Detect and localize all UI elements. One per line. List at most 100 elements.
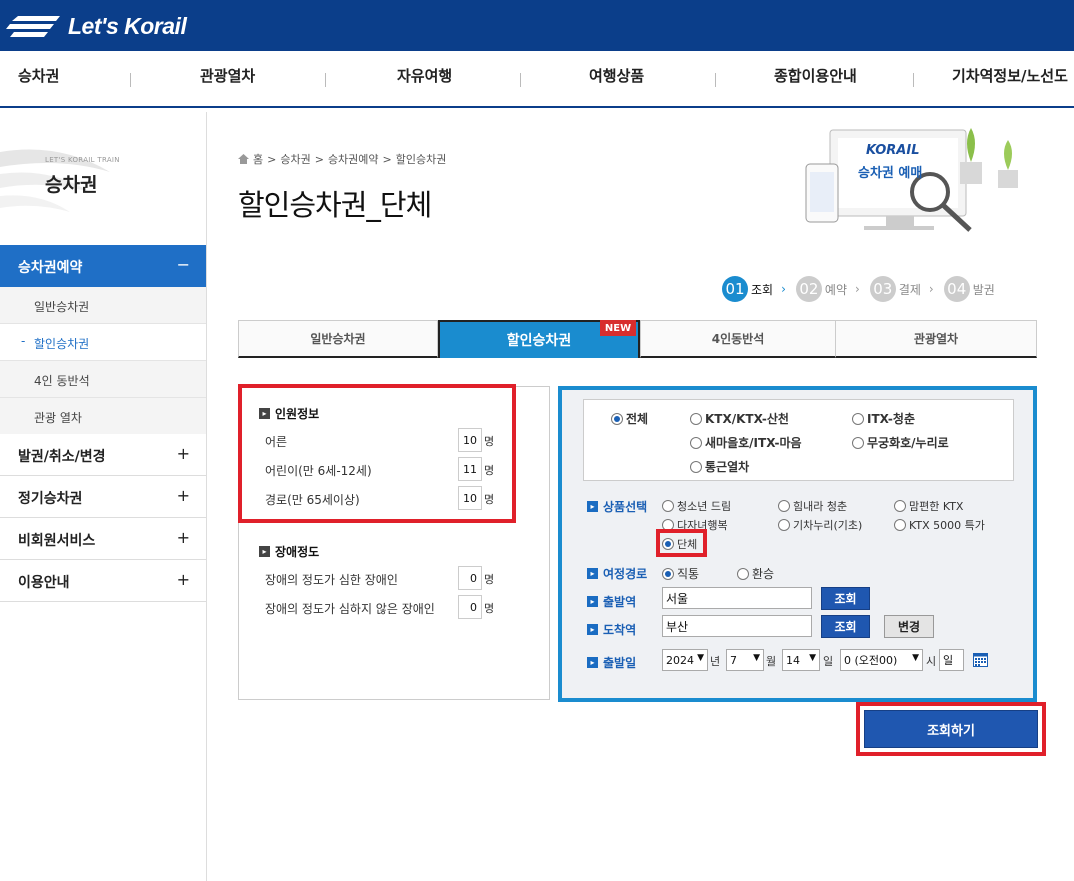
side-nav-item-guest[interactable]: 비회원서비스 +: [0, 518, 206, 560]
product-ktx5000-radio[interactable]: KTX 5000 특가: [894, 517, 985, 533]
breadcrumb-separator: >: [382, 152, 392, 166]
arrow-bullet-icon: ▸: [587, 568, 598, 579]
route-label: ▸ 여정경로: [587, 565, 647, 582]
chevron-down-icon: ▼: [697, 653, 704, 663]
home-icon[interactable]: [238, 154, 249, 164]
collapse-icon: −: [176, 255, 190, 274]
logo-stripes-icon: [6, 16, 60, 37]
radio-label: 환승: [752, 567, 775, 581]
route-transfer-radio[interactable]: 환승: [737, 565, 774, 582]
gnb-item-free-travel[interactable]: 자유여행: [397, 65, 452, 86]
disability-section-title: ▸ 장애정도: [259, 543, 319, 560]
train-type-all-radio[interactable]: 전체: [611, 410, 648, 427]
side-nav-subitem-label: 할인승차권: [34, 337, 90, 351]
gnb-item-ticket[interactable]: 승차권: [18, 65, 59, 86]
arrival-station-input[interactable]: 부산: [662, 615, 812, 637]
swap-stations-button[interactable]: 변경: [884, 615, 934, 638]
logo-text: Let's Korail: [68, 12, 187, 39]
page-title: 할인승차권_단체: [238, 188, 432, 222]
side-nav-subitem-general[interactable]: 일반승차권: [0, 287, 206, 324]
train-type-itx-radio[interactable]: ITX-청춘: [852, 410, 915, 427]
radio-label: 청소년 드림: [677, 500, 732, 513]
gnb-item-station-info[interactable]: 기차역정보/노선도: [952, 65, 1068, 86]
radio-icon: [690, 460, 702, 473]
train-type-mugunghwa-radio[interactable]: 무궁화호/누리로: [852, 434, 949, 451]
chevron-right-icon: ›: [855, 282, 860, 296]
side-nav-item-label: 발권/취소/변경: [18, 449, 106, 465]
search-button-highlight: [856, 702, 1046, 756]
side-nav-item-usage[interactable]: 이용안내 +: [0, 560, 206, 602]
banner-brand: KORAIL: [866, 143, 920, 158]
step-number: 04: [943, 276, 970, 302]
radio-label: 통근열차: [705, 460, 750, 474]
train-type-ktx-radio[interactable]: KTX/KTX-산천: [690, 410, 789, 427]
side-nav-subitem-discount[interactable]: - 할인승차권: [0, 324, 206, 361]
step-label: 예약: [824, 282, 847, 297]
hour-select[interactable]: 0 (오전00) ▼: [840, 649, 923, 671]
train-type-saemaeul-radio[interactable]: 새마을호/ITX-마음: [690, 434, 802, 451]
year-unit: 년: [710, 655, 721, 668]
gnb-separator: [520, 73, 521, 87]
gnb-separator: [130, 73, 131, 87]
gnb-item-guide[interactable]: 종합이용안내: [774, 65, 857, 86]
month-unit: 월: [766, 655, 777, 668]
disability-title-text: 장애정도: [275, 545, 320, 559]
departure-search-button[interactable]: 조회: [821, 587, 870, 610]
breadcrumb-item[interactable]: 홈: [253, 151, 263, 167]
side-nav-item-season[interactable]: 정기승차권 +: [0, 476, 206, 518]
radio-icon: [894, 519, 906, 531]
departure-label-text: 출발역: [603, 595, 637, 609]
expand-icon: +: [176, 486, 190, 505]
side-nav-subitem-tour[interactable]: 관광 열차: [0, 398, 206, 435]
radio-icon: [690, 412, 702, 425]
arrow-bullet-icon: ▸: [587, 624, 598, 635]
departure-station-input[interactable]: 서울: [662, 587, 812, 609]
radio-icon: [662, 500, 674, 512]
day-select[interactable]: 14 ▼: [782, 649, 820, 671]
side-nav-subitem-companion[interactable]: 4인 동반석: [0, 361, 206, 398]
side-nav-title: 승차권: [45, 174, 98, 196]
severe-disability-count-input[interactable]: 0: [458, 566, 482, 590]
arrival-search-button[interactable]: 조회: [821, 615, 870, 638]
side-nav-subitem-label: 관광 열차: [34, 411, 82, 425]
calendar-icon[interactable]: [973, 652, 988, 667]
product-youth-radio[interactable]: 청소년 드림: [662, 498, 731, 514]
breadcrumb-item[interactable]: 승차권: [280, 151, 310, 167]
breadcrumb-separator: >: [314, 152, 324, 166]
product-basic-radio[interactable]: 기차누리(기초): [778, 517, 862, 533]
arrival-label: ▸ 도착역: [587, 621, 636, 638]
departure-label: ▸ 출발역: [587, 593, 636, 610]
select-value: 14: [786, 653, 800, 667]
year-select[interactable]: 2024 ▼: [662, 649, 708, 671]
train-type-commuter-radio[interactable]: 통근열차: [690, 458, 749, 475]
side-nav-item-issue[interactable]: 발권/취소/변경 +: [0, 434, 206, 476]
arrow-bullet-icon: ▸: [259, 546, 270, 557]
tab-tour[interactable]: 관광열차: [835, 320, 1037, 358]
step-payment: 03 결제 ›: [869, 276, 934, 302]
side-nav-item-reservation[interactable]: 승차권예약 −: [0, 245, 206, 287]
step-issue: 04 발권: [943, 276, 995, 302]
month-select[interactable]: 7 ▼: [726, 649, 764, 671]
select-value: 2024: [666, 653, 694, 667]
product-cheer-radio[interactable]: 힘내라 청춘: [778, 498, 847, 514]
radio-label: 전체: [626, 412, 649, 426]
breadcrumb-separator: >: [267, 152, 277, 166]
chevron-down-icon: ▼: [753, 653, 760, 663]
radio-label: KTX/KTX-산천: [705, 412, 789, 426]
tab-general[interactable]: 일반승차권: [238, 320, 438, 358]
step-number: 03: [869, 276, 896, 302]
tab-companion[interactable]: 4인동반석: [640, 320, 836, 358]
gnb-item-travel-products[interactable]: 여행상품: [589, 65, 644, 86]
breadcrumb-item[interactable]: 승차권예약: [328, 151, 379, 167]
side-nav-item-label: 정기승차권: [18, 491, 83, 507]
severe-disability-label: 장애의 정도가 심한 장애인: [265, 573, 398, 587]
arrival-label-text: 도착역: [603, 623, 637, 637]
new-badge: NEW: [600, 320, 636, 336]
korail-logo[interactable]: Let's Korail: [4, 8, 187, 44]
mild-disability-count-input[interactable]: 0: [458, 595, 482, 619]
product-comfort-ktx-radio[interactable]: 맘편한 KTX: [894, 498, 963, 514]
weekday-display: 일: [939, 649, 964, 671]
gnb-item-tour-train[interactable]: 관광열차: [200, 65, 255, 86]
route-direct-radio[interactable]: 직통: [662, 565, 699, 582]
hour-unit: 시: [926, 655, 937, 668]
